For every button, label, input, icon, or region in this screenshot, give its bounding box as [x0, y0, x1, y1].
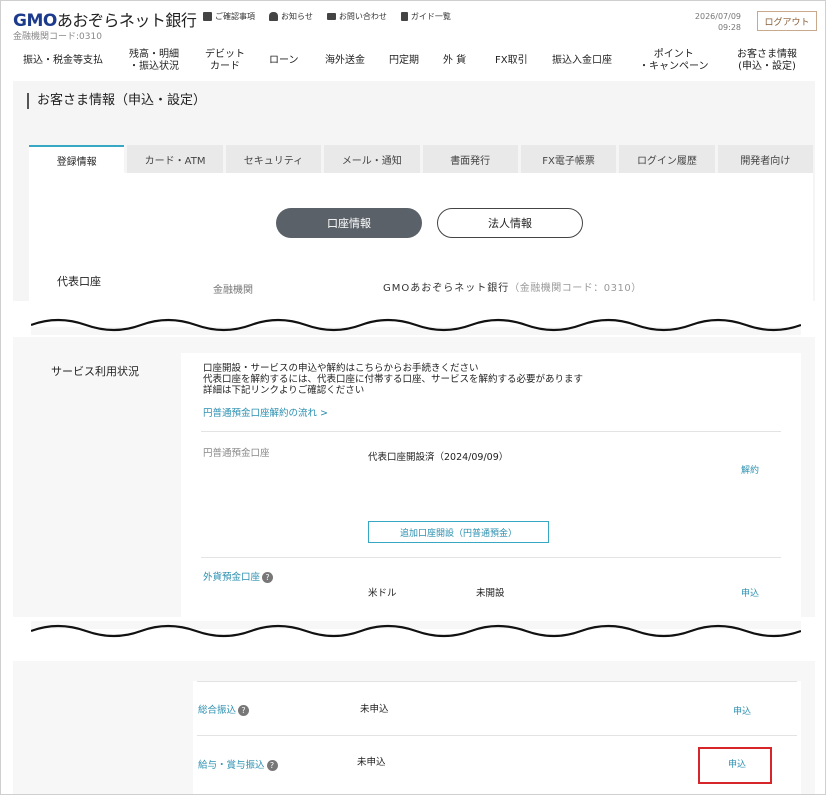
header: GMOあおぞらネット銀行 金融機関コード:0310 ご確認事項 お知らせ お問い… — [1, 1, 825, 42]
nav-label-2: ・キャンペーン — [639, 61, 709, 72]
nav-label: 振込・税金等支払 — [23, 55, 103, 66]
top-link-confirm[interactable]: ご確認事項 — [203, 11, 255, 22]
tab-login-history[interactable]: ログイン履歴 — [619, 145, 715, 173]
bank-name: GMOあおぞらネット銀行 — [383, 283, 510, 294]
tab-security[interactable]: セキュリティ — [225, 145, 322, 173]
main-nav: 振込・税金等支払 残高・明細 ・振込状況 デビット カード ローン 海外送金 円定期… — [1, 45, 825, 79]
add-yen-account-button[interactable]: 追加口座開設（円普通預金） — [368, 521, 549, 543]
nav-time-deposit[interactable]: 円定期 — [389, 55, 419, 67]
nav-label: 振込入金口座 — [552, 55, 612, 66]
settings-tabs: 登録情報 カード・ATM セキュリティ メール・通知 書面発行 FX電子帳票 ロ… — [29, 145, 813, 173]
top-link-label: ガイド一覧 — [410, 12, 451, 21]
service-notes: 口座開設・サービスの申込や解約はこちらからお手続きください 代表口座を解約するに… — [203, 363, 583, 396]
browser-frame: GMOあおぞらネット銀行 金融機関コード:0310 ご確認事項 お知らせ お問い… — [0, 0, 826, 795]
top-link-guide[interactable]: ガイド一覧 — [400, 11, 451, 22]
nav-label: 円定期 — [389, 55, 419, 66]
help-icon[interactable]: ? — [266, 760, 278, 771]
help-icon[interactable]: ? — [238, 705, 250, 716]
cancel-flow-link[interactable]: 円普通預金口座解約の流れ > — [203, 405, 328, 419]
wave-divider-top — [31, 318, 801, 335]
tab-registration[interactable]: 登録情報 — [29, 145, 125, 173]
top-links: ご確認事項 お知らせ お問い合わせ ガイド一覧 — [203, 11, 451, 22]
nav-label: お客さま情報 — [737, 49, 797, 60]
yen-account-cancel-link[interactable]: 解約 — [741, 463, 759, 476]
nav-label: 残高・明細 — [129, 49, 179, 60]
top-link-news[interactable]: お知らせ — [269, 11, 313, 22]
nav-balance[interactable]: 残高・明細 ・振込状況 — [129, 49, 179, 73]
nav-label-2: カード — [210, 61, 240, 72]
salary-transfer-status: 未申込 — [357, 757, 386, 768]
fx-account-label[interactable]: 外貨預金口座? — [203, 569, 274, 583]
note-line: 口座開設・サービスの申込や解約はこちらからお手続きください — [203, 363, 479, 374]
nav-label: FX取引 — [495, 55, 528, 66]
divider — [201, 431, 781, 432]
nav-label: 海外送金 — [325, 55, 365, 66]
tab-card-atm[interactable]: カード・ATM — [127, 145, 223, 173]
highlight-box — [698, 747, 772, 784]
financial-institution-label: 金融機関 — [213, 285, 253, 296]
nav-foreign-currency[interactable]: 外 貨 — [443, 55, 466, 67]
last-login-datetime: 2026/07/09 09:28 — [687, 11, 741, 33]
nav-loan[interactable]: ローン — [269, 55, 299, 67]
corporate-info-button[interactable]: 法人情報 — [437, 208, 583, 238]
tab-mail-notify[interactable]: メール・通知 — [324, 145, 420, 173]
fx-account-apply-link[interactable]: 申込 — [741, 586, 759, 599]
nav-fx[interactable]: FX取引 — [495, 55, 528, 67]
divider — [197, 735, 797, 736]
help-icon[interactable]: ? — [262, 572, 274, 583]
general-transfer-apply-link[interactable]: 申込 — [733, 704, 751, 717]
general-transfer-status: 未申込 — [360, 704, 389, 715]
bell-icon — [269, 12, 278, 21]
nav-label: デビット — [205, 49, 245, 60]
nav-transfer[interactable]: 振込・税金等支払 — [23, 55, 103, 67]
nav-overseas[interactable]: 海外送金 — [325, 55, 365, 67]
guide-book-icon — [400, 12, 408, 21]
nav-customer-info[interactable]: お客さま情報 (申込・設定) — [737, 49, 797, 73]
account-info-button[interactable]: 口座情報 — [276, 208, 422, 238]
nav-label: ローン — [269, 55, 299, 66]
representative-account-label: 代表口座 — [57, 275, 101, 288]
logout-button[interactable]: ログアウト — [757, 11, 817, 31]
note-line: 代表口座を解約するには、代表口座に付帯する口座、サービスを解約する必要があります — [203, 374, 584, 385]
mail-icon — [326, 13, 336, 20]
divider — [197, 681, 797, 682]
date-text: 2026/07/09 — [694, 12, 741, 21]
fx-currency: 米ドル — [368, 588, 397, 599]
nav-label-2: (申込・設定) — [738, 61, 796, 72]
nav-label: 外 貨 — [443, 55, 467, 66]
tab-fx-report[interactable]: FX電子帳票 — [520, 145, 617, 173]
nav-deposit-account[interactable]: 振込入金口座 — [552, 55, 612, 67]
tab-document[interactable]: 書面発行 — [422, 145, 518, 173]
yen-account-label: 円普通預金口座 — [203, 448, 270, 459]
general-transfer-label[interactable]: 総合振込? — [198, 702, 250, 716]
top-link-contact[interactable]: お問い合わせ — [326, 11, 387, 22]
note-line: 詳細は下記リンクよりご確認ください — [203, 385, 365, 396]
bank-code: （金融機関コード：0310） — [509, 283, 642, 294]
fx-account-status: 未開設 — [476, 588, 505, 599]
general-transfer-label-text: 総合振込 — [198, 705, 237, 716]
divider — [201, 557, 781, 558]
salary-transfer-label[interactable]: 給与・賞与振込? — [198, 757, 278, 771]
salary-transfer-label-text: 給与・賞与振込 — [198, 760, 265, 771]
institution-code: 金融機関コード:0310 — [13, 32, 102, 42]
top-link-label: お知らせ — [281, 12, 313, 21]
logo-bank-name: あおぞらネット銀行 — [56, 11, 197, 30]
financial-institution-value: GMOあおぞらネット銀行（金融機関コード：0310） — [383, 279, 642, 294]
nav-label-2: ・振込状況 — [129, 61, 179, 72]
top-link-label: ご確認事項 — [215, 12, 255, 21]
fx-account-label-text: 外貨預金口座 — [203, 572, 261, 583]
tab-developer[interactable]: 開発者向け — [717, 145, 813, 173]
page-title: お客さま情報（申込・設定） — [27, 93, 206, 109]
nav-label: ポイント — [653, 49, 694, 60]
time-text: 09:28 — [717, 23, 741, 32]
yen-account-status: 代表口座開設済（2024/09/09） — [368, 452, 509, 463]
top-link-label: お問い合わせ — [338, 12, 387, 21]
wave-divider-bottom — [31, 621, 801, 638]
nav-debit[interactable]: デビット カード — [205, 49, 245, 73]
logo-gmo: GMO — [13, 11, 57, 31]
checklist-icon — [203, 12, 212, 21]
service-status-label: サービス利用状況 — [51, 365, 139, 378]
nav-points[interactable]: ポイント ・キャンペーン — [639, 49, 709, 73]
bank-logo[interactable]: GMOあおぞらネット銀行 — [13, 7, 197, 31]
